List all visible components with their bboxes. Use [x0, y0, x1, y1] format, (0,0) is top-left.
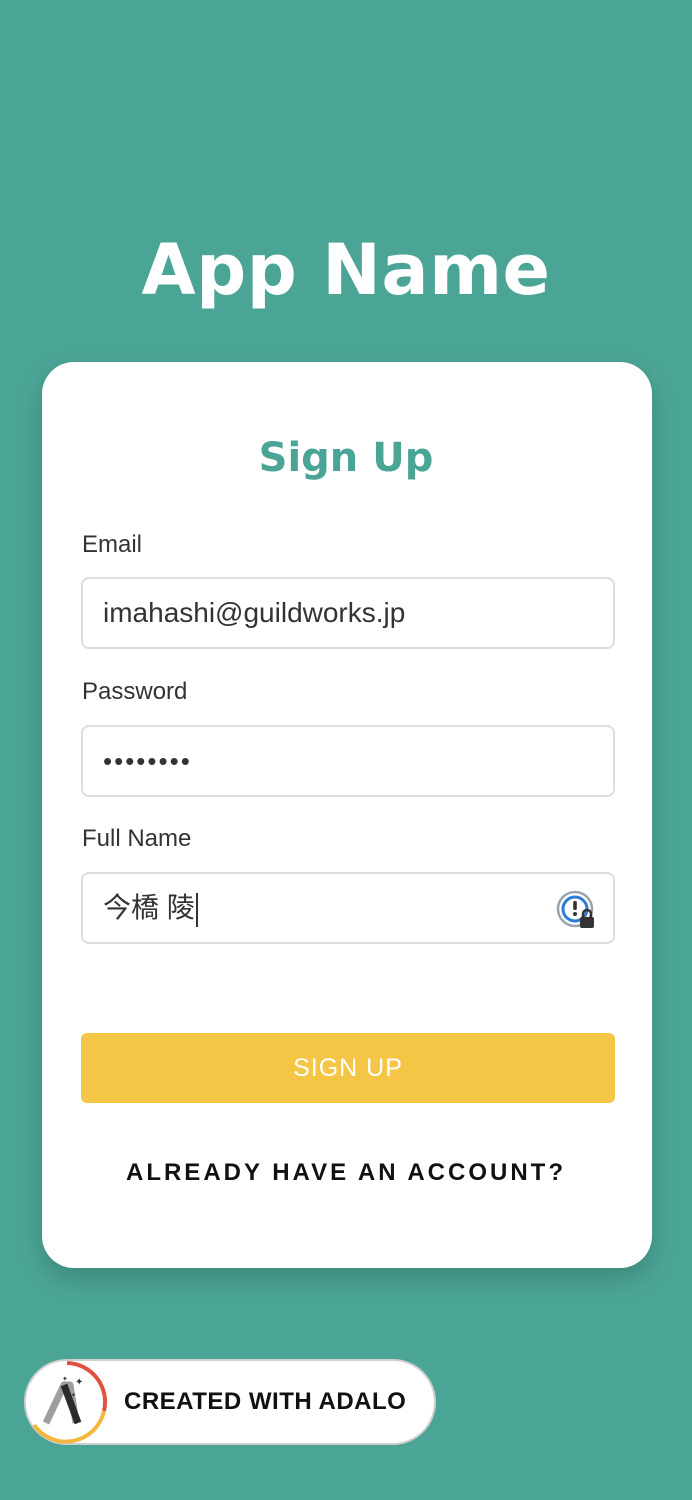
- email-label: Email: [82, 531, 143, 558]
- password-label: Password: [82, 678, 188, 705]
- svg-text:✦: ✦: [71, 1392, 76, 1399]
- adalo-logo-icon: ✦ ✦ ✦: [26, 1361, 108, 1444]
- signup-card: [42, 362, 652, 1268]
- password-manager-icon[interactable]: [555, 888, 599, 932]
- app-title: App Name: [141, 229, 551, 311]
- svg-text:✦: ✦: [62, 1375, 68, 1383]
- full-name-label: Full Name: [82, 825, 192, 852]
- password-value: ••••••••: [103, 746, 192, 776]
- full-name-value: 今橋 陵: [103, 892, 195, 923]
- sign-up-button[interactable]: SIGN UP: [81, 1033, 615, 1103]
- svg-text:✦: ✦: [75, 1377, 83, 1388]
- created-with-adalo-badge[interactable]: ✦ ✦ ✦ CREATED WITH ADALO: [24, 1359, 436, 1445]
- password-field[interactable]: ••••••••: [81, 725, 615, 797]
- form-title: Sign Up: [258, 435, 434, 481]
- already-have-account-link[interactable]: ALREADY HAVE AN ACCOUNT?: [0, 1156, 692, 1190]
- email-value: imahashi@guildworks.jp: [103, 597, 406, 628]
- text-caret: [195, 892, 198, 927]
- full-name-value-wrap: 今橋 陵: [103, 874, 198, 942]
- badge-text: CREATED WITH ADALO: [124, 1388, 407, 1415]
- email-field[interactable]: imahashi@guildworks.jp: [81, 577, 615, 649]
- full-name-field[interactable]: 今橋 陵: [81, 872, 615, 944]
